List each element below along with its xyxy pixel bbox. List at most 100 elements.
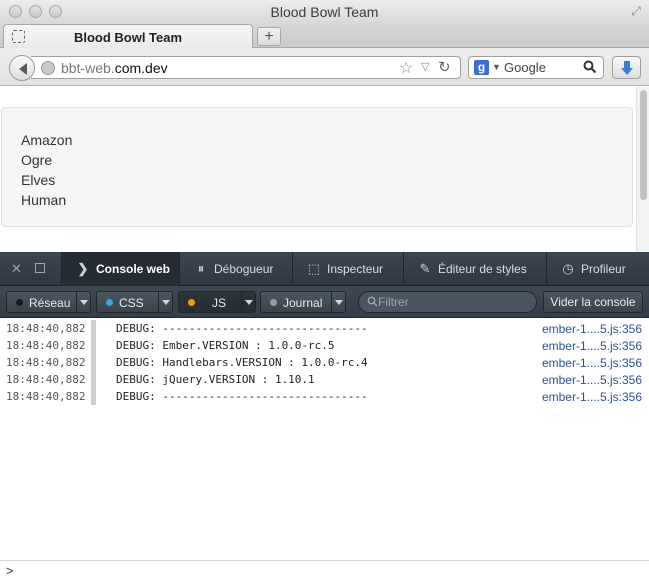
filter-label: Journal: [283, 296, 323, 310]
log-message: DEBUG: jQuery.VERSION : 1.10.1: [116, 373, 315, 386]
log-source-link[interactable]: ember-1....5.js:356: [542, 390, 642, 404]
log-timestamp: 18:48:40,882: [6, 390, 86, 403]
list-item: Amazon: [21, 132, 73, 148]
fullscreen-icon[interactable]: ⤢: [629, 4, 643, 18]
filter-log-button[interactable]: Journal: [260, 291, 346, 313]
chevron-down-icon[interactable]: [76, 292, 90, 312]
download-arrow-icon: [621, 61, 633, 75]
log-message: DEBUG: -------------------------------: [116, 390, 368, 403]
log-timestamp: 18:48:40,882: [6, 356, 86, 369]
log-timestamp: 18:48:40,882: [6, 322, 86, 335]
log-category-bar: [91, 320, 96, 337]
tab-label: Console web: [96, 262, 171, 276]
favicon-placeholder-icon: [12, 30, 25, 43]
search-bar[interactable]: g ▼ Google: [468, 56, 604, 79]
log-timestamp: 18:48:40,882: [6, 339, 86, 352]
js-status-dot: [188, 299, 195, 306]
page-scroll-thumb[interactable]: [640, 90, 647, 200]
log-row: 18:48:40,882 DEBUG: --------------------…: [0, 320, 649, 337]
back-button[interactable]: [9, 55, 35, 81]
log-status-dot: [270, 299, 277, 306]
tab-inspector[interactable]: ⬚ Inspecteur: [292, 252, 403, 286]
reload-icon[interactable]: ↻: [438, 58, 451, 76]
inspector-icon: ⬚: [307, 261, 321, 276]
search-icon: [367, 296, 378, 307]
chevron-down-icon[interactable]: [158, 292, 172, 312]
prompt-chevron-icon: >: [6, 564, 14, 579]
search-icon[interactable]: [583, 60, 597, 74]
devtools-tab-bar: ✕ ❯ Console web ⏸ Débogueur ⬚ Inspecteur…: [0, 252, 649, 286]
page-content: Amazon Ogre Elves Human: [0, 87, 649, 252]
filter-input[interactable]: [378, 294, 528, 310]
google-icon[interactable]: g: [474, 60, 489, 75]
log-category-bar: [91, 371, 96, 388]
log-category-bar: [91, 337, 96, 354]
chevron-down-icon[interactable]: [331, 292, 345, 312]
tab-blood-bowl-team[interactable]: Blood Bowl Team: [3, 24, 253, 48]
undock-devtools-icon[interactable]: [35, 263, 45, 273]
close-devtools-icon[interactable]: ✕: [11, 261, 22, 277]
navigation-bar: bbt-web.com.dev ☆ ▽ ↻ g ▼ Google: [0, 48, 649, 86]
log-source-link[interactable]: ember-1....5.js:356: [542, 322, 642, 336]
log-row: 18:48:40,882 DEBUG: Handlebars.VERSION :…: [0, 354, 649, 371]
url-text[interactable]: bbt-web.com.dev: [61, 60, 168, 76]
log-row: 18:48:40,882 DEBUG: --------------------…: [0, 388, 649, 405]
log-category-bar: [91, 388, 96, 405]
url-prefix: bbt-web.: [61, 60, 115, 76]
races-well: Amazon Ogre Elves Human: [1, 107, 633, 227]
log-message: DEBUG: -------------------------------: [116, 322, 368, 335]
new-tab-button[interactable]: +: [257, 27, 281, 46]
log-row: 18:48:40,882 DEBUG: jQuery.VERSION : 1.1…: [0, 371, 649, 388]
log-timestamp: 18:48:40,882: [6, 373, 86, 386]
tab-label: Blood Bowl Team: [73, 30, 183, 45]
log-message: DEBUG: Handlebars.VERSION : 1.0.0-rc.4: [116, 356, 368, 369]
url-domain: com.dev: [114, 60, 168, 76]
style-editor-icon: ✎: [419, 261, 431, 276]
page-scrollbar[interactable]: [636, 87, 649, 252]
tab-profiler[interactable]: ◷ Profileur: [546, 252, 649, 286]
filter-network-button[interactable]: Réseau: [6, 291, 91, 313]
tab-label: Éditeur de styles: [438, 262, 527, 276]
log-message: DEBUG: Ember.VERSION : 1.0.0-rc.5: [116, 339, 335, 352]
bookmark-star-icon[interactable]: ☆: [399, 58, 413, 78]
tab-debugger[interactable]: ⏸ Débogueur: [179, 252, 292, 286]
log-source-link[interactable]: ember-1....5.js:356: [542, 339, 642, 353]
globe-icon: [41, 61, 55, 75]
network-status-dot: [16, 299, 23, 306]
log-source-link[interactable]: ember-1....5.js:356: [542, 373, 642, 387]
log-category-bar: [91, 354, 96, 371]
race-list: Amazon Ogre Elves Human: [21, 130, 72, 210]
console-output: 18:48:40,882 DEBUG: --------------------…: [0, 318, 649, 560]
log-source-link[interactable]: ember-1....5.js:356: [542, 356, 642, 370]
filter-label: JS: [212, 296, 227, 310]
log-row: 18:48:40,882 DEBUG: Ember.VERSION : 1.0.…: [0, 337, 649, 354]
tab-bar: Blood Bowl Team +: [0, 24, 649, 48]
back-arrow-icon: [19, 63, 27, 75]
filter-css-button[interactable]: CSS: [96, 291, 173, 313]
console-command-line: >: [0, 560, 649, 583]
tab-style-editor[interactable]: ✎ Éditeur de styles: [403, 252, 546, 286]
filter-js-button[interactable]: JS: [178, 291, 256, 313]
console-input[interactable]: [20, 564, 640, 580]
search-engine-dropdown-icon[interactable]: ▼: [492, 62, 501, 72]
filter-label: CSS: [119, 296, 144, 310]
list-item: Human: [21, 192, 67, 208]
chevron-down-icon[interactable]: [241, 292, 255, 312]
tab-console-web[interactable]: ❯ Console web: [61, 252, 179, 286]
console-toolbar: Réseau CSS JS Journal Vider la console: [0, 286, 649, 318]
downloads-button[interactable]: [612, 56, 641, 79]
filter-field[interactable]: [358, 291, 537, 313]
tab-label: Profileur: [581, 262, 626, 276]
window-titlebar: Blood Bowl Team ⤢: [0, 0, 649, 24]
filter-label: Réseau: [29, 296, 71, 310]
search-placeholder: Google: [504, 60, 546, 75]
css-status-dot: [106, 299, 113, 306]
stopwatch-icon: ◷: [562, 261, 574, 276]
list-item: Ogre: [21, 152, 53, 168]
clear-console-button[interactable]: Vider la console: [543, 291, 643, 313]
tab-label: Inspecteur: [327, 262, 384, 276]
chevron-right-icon: ❯: [77, 261, 89, 276]
history-dropdown-icon[interactable]: ▽: [421, 60, 429, 73]
url-bar[interactable]: bbt-web.com.dev ☆ ▽ ↻: [31, 56, 461, 79]
pause-icon: ⏸: [197, 261, 205, 276]
